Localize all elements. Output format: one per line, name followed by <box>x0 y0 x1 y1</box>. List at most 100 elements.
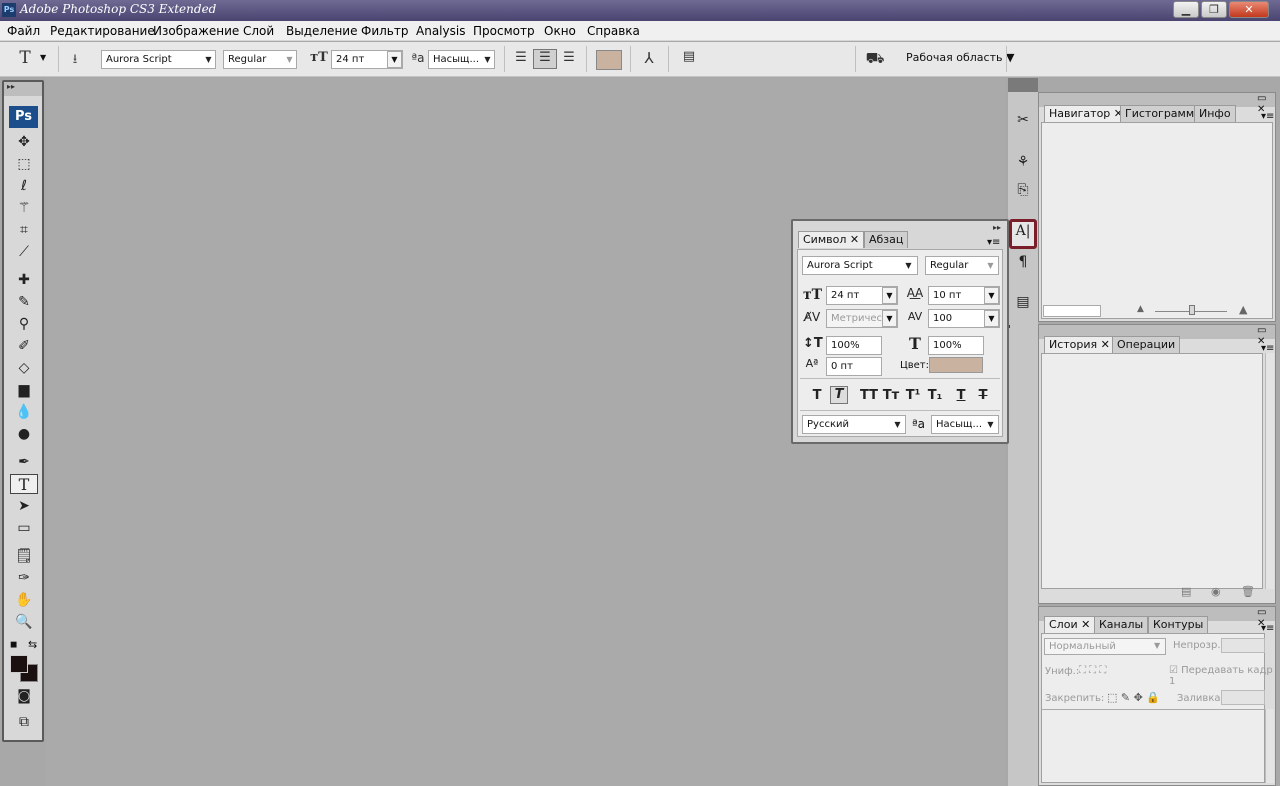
toggle-panels-icon[interactable]: ▤ <box>678 49 700 64</box>
slice-tool-icon[interactable]: ⟋ <box>10 242 38 262</box>
new-document-icon[interactable]: ▤ <box>1181 585 1191 598</box>
warp-text-icon[interactable]: ⅄ <box>638 49 660 67</box>
font-family-select[interactable]: Aurora Script <box>802 256 918 275</box>
unify-icons[interactable]: ⛶ ⛶ ⛶ <box>1079 665 1106 676</box>
opacity-field[interactable] <box>1221 638 1265 653</box>
faux-italic-icon[interactable]: T <box>830 386 848 404</box>
swap-colors-icon[interactable]: ⇆ <box>28 638 37 651</box>
dodge-tool-icon[interactable]: ● <box>10 424 38 444</box>
tab-layers[interactable]: Слои ✕ <box>1044 616 1096 633</box>
history-list[interactable] <box>1041 353 1263 589</box>
quick-mask-icon[interactable]: ◙ <box>10 686 38 706</box>
preset-dropdown-icon[interactable]: ▼ <box>40 53 46 62</box>
pen-tool-icon[interactable]: ✒ <box>10 452 38 472</box>
tab-actions[interactable]: Операции <box>1112 336 1181 353</box>
notes-tool-icon[interactable]: 🗒 <box>10 546 38 566</box>
tab-character[interactable]: Символ ✕ <box>798 231 865 248</box>
tab-paragraph[interactable]: Абзац <box>864 231 909 248</box>
marquee-tool-icon[interactable]: ⬚ <box>10 154 38 174</box>
chevron-down-icon[interactable]: ▼ <box>882 310 897 327</box>
zoom-slider-handle[interactable] <box>1189 305 1195 315</box>
bridge-icon[interactable]: ⛟ <box>863 49 887 69</box>
close-button[interactable]: ✕ <box>1229 1 1269 18</box>
chevron-down-icon[interactable]: ▼ <box>902 257 915 274</box>
collapse-icon[interactable]: ▸▸ <box>4 82 42 96</box>
magic-wand-tool-icon[interactable]: ⚚ <box>10 198 38 218</box>
menu-help[interactable]: Справка <box>587 24 640 38</box>
font-family-select[interactable]: Aurora Script <box>101 50 216 69</box>
text-color-swatch[interactable] <box>929 357 983 373</box>
trash-icon[interactable]: 🗑 <box>1241 585 1255 598</box>
strikethrough-icon[interactable]: T <box>976 388 990 403</box>
chevron-down-icon[interactable]: ▼ <box>984 416 997 433</box>
blur-tool-icon[interactable]: 💧 <box>10 402 38 422</box>
align-right-icon[interactable]: ☰ <box>559 50 579 65</box>
character-panel-icon[interactable]: A| <box>1009 219 1037 249</box>
history-scrollbar[interactable] <box>1265 353 1274 589</box>
align-left-icon[interactable]: ☰ <box>511 50 531 65</box>
gradient-tool-icon[interactable]: ▆ <box>10 380 38 400</box>
baseline-shift-input[interactable]: 0 пт <box>826 357 882 376</box>
panel-menu-icon[interactable]: ▾≡ <box>987 237 1000 248</box>
propagate-checkbox[interactable]: ☑ Передавать кадр 1 <box>1169 665 1275 687</box>
faux-bold-icon[interactable]: T <box>810 388 824 403</box>
align-center-icon[interactable]: ☰ <box>533 49 557 69</box>
fill-field[interactable] <box>1221 690 1265 705</box>
rectangle-tool-icon[interactable]: ▭ <box>10 518 38 538</box>
path-selection-tool-icon[interactable]: ➤ <box>10 496 38 516</box>
zoom-field[interactable] <box>1043 305 1101 317</box>
layers-scrollbar[interactable] <box>1265 709 1274 783</box>
chevron-down-icon[interactable]: ▼ <box>984 310 999 327</box>
text-tool-preset-icon[interactable]: T <box>14 48 36 68</box>
text-orientation-icon[interactable]: ⭳ <box>66 50 84 72</box>
all-caps-icon[interactable]: TT <box>860 388 878 403</box>
chevron-down-icon[interactable]: ▼ <box>202 51 215 68</box>
tools-preset-icon[interactable]: ✂ <box>1011 108 1035 132</box>
move-tool-icon[interactable]: ✥ <box>10 132 38 152</box>
menu-image[interactable]: Изображение <box>153 24 239 38</box>
tab-histogram[interactable]: Гистограмма <box>1120 105 1206 122</box>
subscript-icon[interactable]: T₁ <box>926 388 944 403</box>
workspace-menu[interactable]: Рабочая область ▼ <box>906 51 1014 64</box>
vertical-scale-input[interactable]: 100% <box>826 336 882 355</box>
chevron-down-icon[interactable]: ▼ <box>481 51 494 68</box>
chevron-down-icon[interactable]: ▼ <box>387 51 402 68</box>
default-colors-icon[interactable]: ◼ <box>10 640 17 650</box>
chevron-down-icon[interactable]: ▼ <box>891 416 904 433</box>
tab-channels[interactable]: Каналы <box>1094 616 1149 633</box>
crop-tool-icon[interactable]: ⌗ <box>10 220 38 240</box>
tab-navigator[interactable]: Навигатор ✕ <box>1044 105 1129 122</box>
zoom-in-icon[interactable]: ▲ <box>1239 303 1247 316</box>
eyedropper-tool-icon[interactable]: ✑ <box>10 568 38 588</box>
menu-window[interactable]: Окно <box>544 24 576 38</box>
healing-brush-tool-icon[interactable]: ✚ <box>10 270 38 290</box>
hand-tool-icon[interactable]: ✋ <box>10 590 38 610</box>
eraser-tool-icon[interactable]: ◇ <box>10 358 38 378</box>
zoom-tool-icon[interactable]: 🔍 <box>10 612 38 632</box>
superscript-icon[interactable]: T¹ <box>904 388 922 403</box>
tab-paths[interactable]: Контуры <box>1148 616 1209 633</box>
menu-analysis[interactable]: Analysis <box>416 24 465 38</box>
menu-select[interactable]: Выделение <box>286 24 357 38</box>
menu-layer[interactable]: Слой <box>243 24 274 38</box>
small-caps-icon[interactable]: Tᴛ <box>882 388 900 403</box>
chevron-down-icon[interactable]: ▼ <box>984 257 997 274</box>
chevron-down-icon[interactable]: ▼ <box>882 287 897 304</box>
text-color-swatch[interactable] <box>596 50 622 70</box>
ps-logo[interactable]: Ps <box>9 106 38 128</box>
type-tool-icon[interactable]: T <box>10 474 38 494</box>
clone-stamp-tool-icon[interactable]: ⚲ <box>10 314 38 334</box>
foreground-color-swatch[interactable] <box>10 655 28 673</box>
horizontal-scale-input[interactable]: 100% <box>928 336 984 355</box>
tab-history[interactable]: История ✕ <box>1044 336 1115 353</box>
menu-filter[interactable]: Фильтр <box>361 24 408 38</box>
tab-info[interactable]: Инфо <box>1194 105 1236 122</box>
chevron-down-icon[interactable]: ▼ <box>1154 641 1160 650</box>
chevron-down-icon[interactable]: ▼ <box>283 51 296 68</box>
paragraph-panel-icon[interactable]: ¶ <box>1011 250 1035 274</box>
panel-menu-icon[interactable]: ▾≡ <box>1261 111 1274 122</box>
menu-edit[interactable]: Редактирование <box>50 24 155 38</box>
menu-file[interactable]: Файл <box>7 24 40 38</box>
menu-view[interactable]: Просмотр <box>473 24 535 38</box>
brush-tool-icon[interactable]: ✎ <box>10 292 38 312</box>
